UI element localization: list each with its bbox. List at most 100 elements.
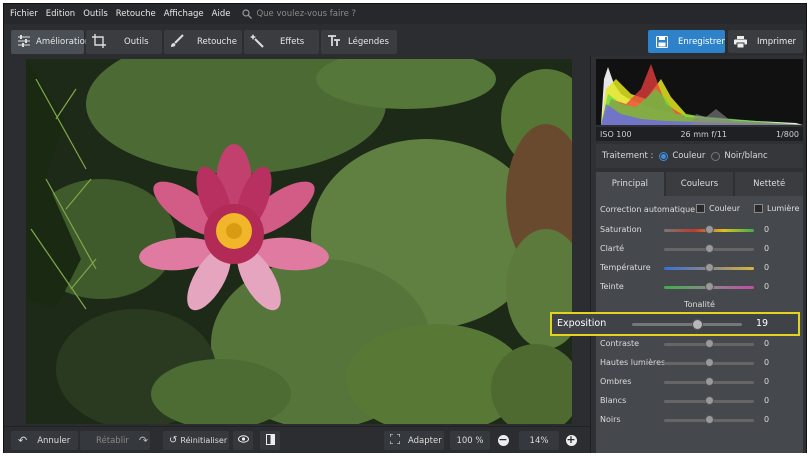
slider-knob[interactable] bbox=[705, 396, 714, 405]
auto-light-checkbox[interactable]: Lumière bbox=[750, 204, 799, 213]
search-field[interactable]: Que voulez-vous faire ? bbox=[242, 9, 356, 19]
zoom-in-icon: + bbox=[565, 433, 577, 446]
exposure-track[interactable] bbox=[632, 323, 742, 326]
slider-knob[interactable] bbox=[705, 415, 714, 424]
slider-label: Ombres bbox=[600, 377, 632, 386]
blancs-slider[interactable]: Blancs 0 bbox=[596, 394, 803, 408]
slider-value: 0 bbox=[764, 358, 770, 367]
slider-value: 0 bbox=[764, 396, 770, 405]
menu-fichier[interactable]: Fichier bbox=[10, 9, 38, 19]
tab-effets[interactable]: Effets bbox=[244, 30, 319, 54]
tab-retouche[interactable]: Retouche bbox=[164, 30, 242, 54]
save-label: Enregistrer bbox=[678, 36, 725, 47]
zoom-level[interactable]: 14% bbox=[519, 431, 559, 450]
temperature-slider[interactable]: Température 0 bbox=[596, 261, 803, 275]
menu-retouche[interactable]: Retouche bbox=[116, 9, 156, 19]
reset-button[interactable]: ↺ Réinitialiser bbox=[163, 431, 229, 450]
auto-correction-row: Correction automatique : Couleur Lumière bbox=[596, 203, 803, 217]
tab-outils[interactable]: Outils bbox=[86, 30, 162, 54]
contraste-slider[interactable]: Contraste 0 bbox=[596, 337, 803, 351]
tonalite-heading-row: Tonalité bbox=[596, 298, 803, 312]
exposure-slider-highlighted[interactable]: Exposition 19 bbox=[550, 312, 800, 336]
fit-icon bbox=[389, 433, 401, 447]
menu-edition[interactable]: Edition bbox=[46, 9, 75, 19]
fit-button[interactable]: Adapter bbox=[384, 431, 444, 450]
save-icon bbox=[656, 35, 668, 48]
teinte-slider[interactable]: Teinte 0 bbox=[596, 280, 803, 294]
preview-toggle-button[interactable] bbox=[233, 431, 253, 450]
slider-knob[interactable] bbox=[705, 358, 714, 367]
slider-value: 0 bbox=[764, 339, 770, 348]
zoom-100-button[interactable]: 100 % bbox=[450, 431, 490, 450]
auto-color-checkbox[interactable]: Couleur bbox=[692, 204, 740, 213]
slider-knob[interactable] bbox=[705, 339, 714, 348]
slider-knob[interactable] bbox=[705, 377, 714, 386]
compare-button[interactable] bbox=[260, 431, 280, 450]
compare-icon bbox=[265, 433, 275, 448]
zoom-out-button[interactable]: − bbox=[494, 431, 512, 450]
app-window: Fichier Edition Outils Retouche Affichag… bbox=[3, 3, 807, 453]
magic-wand-icon bbox=[250, 34, 264, 48]
menu-aide[interactable]: Aide bbox=[212, 9, 231, 19]
slider-value: 0 bbox=[764, 263, 770, 272]
exposure-value: 19 bbox=[756, 318, 769, 329]
photo-preview[interactable] bbox=[26, 59, 572, 424]
saturation-slider[interactable]: Saturation 0 bbox=[596, 223, 803, 237]
lens-value: 26 mm f/11 bbox=[680, 129, 728, 139]
save-button[interactable]: Enregistrer bbox=[648, 30, 725, 53]
sliders-icon bbox=[18, 35, 30, 47]
tab-amelioration[interactable]: Amélioration bbox=[11, 30, 90, 54]
noirs-slider[interactable]: Noirs 0 bbox=[596, 413, 803, 427]
slider-value: 0 bbox=[764, 415, 770, 424]
slider-value: 0 bbox=[764, 244, 770, 253]
histogram bbox=[596, 59, 803, 125]
slider-knob[interactable] bbox=[705, 225, 714, 234]
undo-label: Annuler bbox=[37, 435, 71, 446]
zoom-level-value: 14% bbox=[529, 435, 549, 446]
slider-knob[interactable] bbox=[705, 244, 714, 253]
auto-correction-label: Correction automatique : bbox=[600, 205, 701, 214]
tab-legendes[interactable]: Légendes bbox=[321, 30, 397, 54]
reset-icon: ↺ bbox=[169, 435, 178, 446]
panel-tabs: Principal Couleurs Netteté bbox=[596, 172, 804, 196]
slider-label: Température bbox=[600, 263, 651, 272]
radio-noir-blanc[interactable] bbox=[711, 151, 721, 161]
tab-couleurs[interactable]: Couleurs bbox=[665, 172, 734, 196]
exif-info: ISO 100 26 mm f/11 1/800 bbox=[596, 127, 803, 141]
slider-knob[interactable] bbox=[705, 282, 714, 291]
undo-icon: ↶ bbox=[18, 434, 28, 447]
tab-outils-label: Outils bbox=[124, 37, 149, 47]
iso-value: ISO 100 bbox=[600, 129, 632, 139]
clarte-slider[interactable]: Clarté 0 bbox=[596, 242, 803, 256]
ombres-slider[interactable]: Ombres 0 bbox=[596, 375, 803, 389]
menu-affichage[interactable]: Affichage bbox=[164, 9, 204, 19]
slider-knob[interactable] bbox=[705, 263, 714, 272]
search-placeholder: Que voulez-vous faire ? bbox=[256, 9, 357, 19]
traitement-row: Traitement : Couleur Noir/blanc bbox=[596, 144, 803, 168]
menu-outils[interactable]: Outils bbox=[83, 9, 108, 19]
traitement-label: Traitement : bbox=[602, 151, 654, 161]
slider-value: 0 bbox=[764, 225, 770, 234]
water-lily-photo bbox=[26, 59, 572, 424]
reset-label: Réinitialiser bbox=[180, 436, 228, 445]
tab-amelioration-label: Amélioration bbox=[36, 37, 91, 47]
redo-button[interactable]: Rétablir ↷ bbox=[80, 431, 150, 450]
radio-couleur[interactable] bbox=[659, 151, 669, 161]
zoom-in-button[interactable]: + bbox=[562, 431, 580, 450]
hautes-lumieres-slider[interactable]: Hautes lumières 0 bbox=[596, 356, 803, 370]
radio-noir-blanc-label: Noir/blanc bbox=[724, 151, 768, 161]
redo-label: Rétablir bbox=[96, 435, 129, 446]
tab-effets-label: Effets bbox=[280, 37, 305, 47]
search-icon bbox=[242, 9, 253, 19]
tonalite-heading: Tonalité bbox=[684, 300, 715, 309]
zoom-100-label: 100 % bbox=[456, 435, 484, 446]
tab-principal[interactable]: Principal bbox=[596, 172, 664, 196]
bottom-bar: ↶ Annuler Rétablir ↷ ↺ Réinitialiser Ada… bbox=[4, 426, 590, 453]
print-button[interactable]: Imprimer bbox=[728, 30, 803, 53]
slider-label: Noirs bbox=[600, 415, 621, 424]
radio-couleur-label: Couleur bbox=[672, 151, 706, 161]
exposure-knob[interactable] bbox=[692, 319, 703, 330]
tab-nettete[interactable]: Netteté bbox=[735, 172, 804, 196]
undo-button[interactable]: ↶ Annuler bbox=[11, 431, 78, 450]
fit-label: Adapter bbox=[408, 435, 442, 446]
